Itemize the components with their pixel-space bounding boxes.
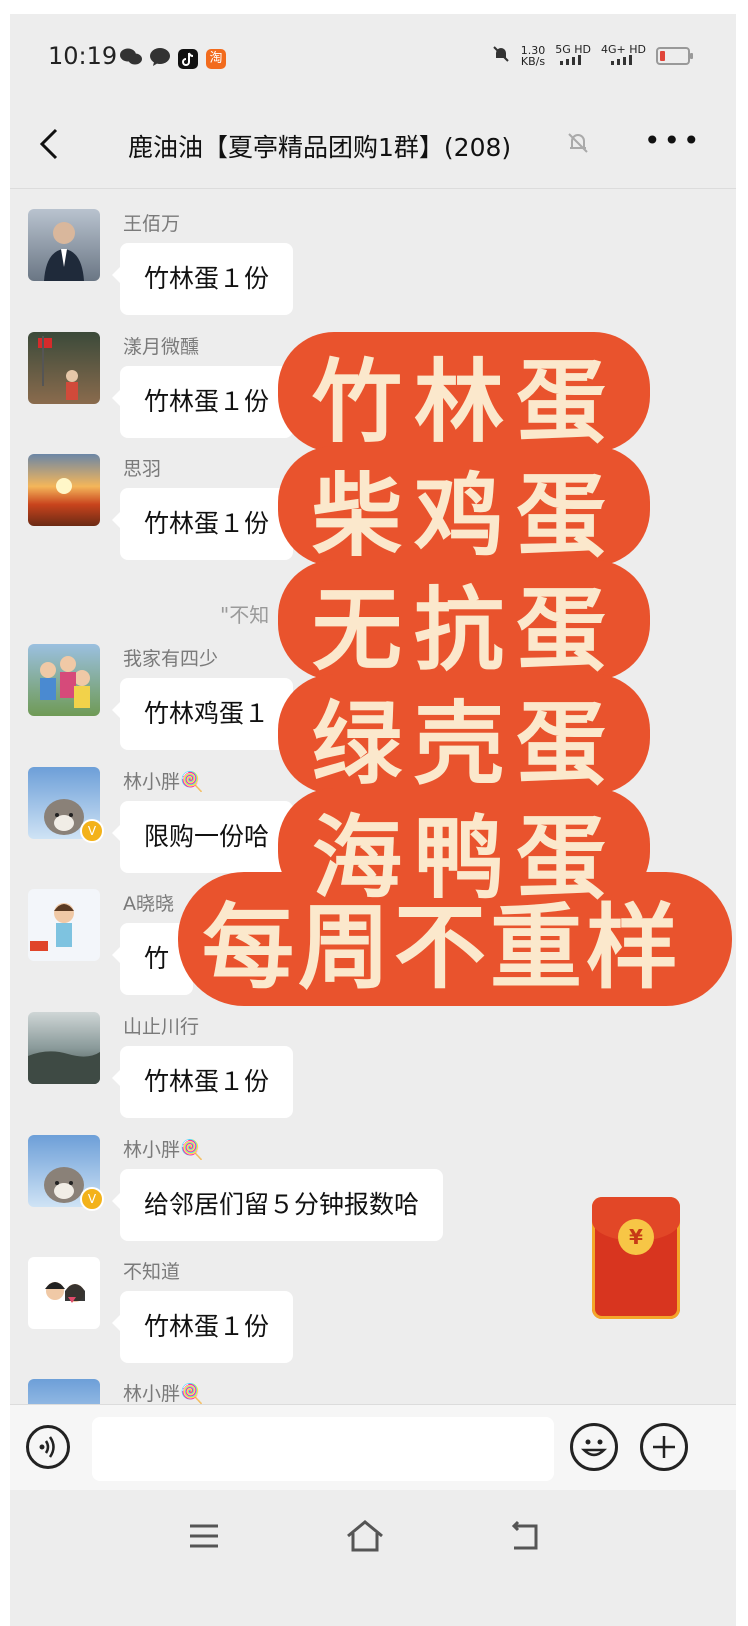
chat-title: 鹿油油【夏亭精品团购1群】(208)	[128, 133, 512, 162]
sender-name: 王佰万	[123, 213, 181, 235]
battery-icon	[656, 46, 693, 65]
sim2-label: 4G+ HD	[601, 43, 646, 56]
more-functions-button[interactable]	[640, 1423, 688, 1471]
mute-bell-icon	[566, 130, 590, 160]
message-item: 王佰万 竹林蛋１份	[28, 209, 708, 319]
sender-name: 林小胖🍭	[123, 1139, 204, 1161]
message-bubble[interactable]: 竹林蛋１份	[111, 488, 294, 560]
emoji-button[interactable]	[570, 1423, 618, 1471]
wechat-icon	[120, 48, 142, 70]
message-item: 我家有四少 竹林鸡蛋１	[28, 644, 708, 754]
sim1-signal: 5G HD	[555, 44, 591, 67]
sender-name: 漾月微醺	[123, 336, 200, 358]
menu-icon	[190, 1524, 218, 1548]
verified-badge-icon: V	[80, 1187, 104, 1211]
avatar[interactable]	[28, 644, 100, 716]
message-item: 林小胖🍭	[28, 1379, 708, 1404]
message-item: A晓晓 竹	[28, 889, 708, 999]
input-bar	[10, 1404, 736, 1491]
message-bubble[interactable]: 给邻居们留５分钟报数哈	[111, 1169, 444, 1241]
message-item: 思羽 竹林蛋１份	[28, 454, 708, 564]
net-speed-unit: KB/s	[520, 54, 546, 68]
mute-status-icon	[491, 44, 511, 67]
message-bubble[interactable]: 竹	[111, 923, 194, 995]
chevron-left-icon	[39, 128, 58, 160]
home-icon	[347, 1520, 383, 1552]
tiktok-icon	[178, 49, 198, 69]
message-bubble[interactable]: 竹林鸡蛋１	[111, 678, 294, 750]
signal-icon	[560, 55, 582, 65]
status-time: 10:19	[48, 42, 118, 70]
message-list[interactable]: 王佰万 竹林蛋１份 漾月微醺 竹林蛋１份 思羽 竹林蛋１份 "不知 我家有四少 …	[10, 189, 736, 1404]
back-button[interactable]	[36, 126, 64, 162]
voice-input-button[interactable]	[26, 1425, 70, 1469]
plus-icon	[653, 1436, 675, 1458]
chat-header: 鹿油油【夏亭精品团购1群】(208) •••	[10, 104, 736, 189]
more-options-button[interactable]: •••	[644, 124, 703, 157]
sender-name: 林小胖🍭	[123, 771, 204, 793]
message-input[interactable]	[92, 1417, 554, 1481]
message-bubble[interactable]: 竹林蛋１份	[111, 243, 294, 315]
phone-screen: 10:19 淘 1.30 KB/s 5G HD 4G+ HD 鹿油油【夏亭精品团…	[10, 14, 736, 1626]
avatar[interactable]	[28, 454, 100, 526]
avatar[interactable]	[28, 1379, 100, 1404]
avatar[interactable]	[28, 889, 100, 961]
sender-name: 不知道	[123, 1261, 181, 1283]
message-bubble[interactable]: 限购一份哈	[111, 801, 294, 873]
net-speed: 1.30 KB/s	[521, 45, 546, 67]
message-item: 漾月微醺 竹林蛋１份	[28, 332, 708, 442]
avatar[interactable]	[28, 332, 100, 404]
system-navigation	[10, 1490, 736, 1626]
sender-name: 我家有四少	[123, 648, 219, 670]
avatar[interactable]	[28, 1257, 100, 1329]
avatar[interactable]	[28, 209, 100, 281]
verified-badge-icon: V	[80, 819, 104, 843]
message-item: V 林小胖🍭 限购一份哈	[28, 767, 708, 877]
message-bubble[interactable]: 竹林蛋１份	[111, 1291, 294, 1363]
sim2-signal: 4G+ HD	[601, 44, 646, 67]
status-bar: 10:19 淘 1.30 KB/s 5G HD 4G+ HD	[10, 14, 736, 104]
menu-nav-button[interactable]	[180, 1516, 230, 1556]
red-packet-button[interactable]: ¥	[592, 1197, 680, 1319]
status-right: 1.30 KB/s 5G HD 4G+ HD	[491, 44, 693, 67]
sender-name: 林小胖🍭	[123, 1383, 204, 1404]
sender-name: 思羽	[123, 458, 162, 480]
yuan-coin-icon: ¥	[618, 1219, 654, 1255]
smiley-icon	[580, 1439, 608, 1457]
back-arrow-icon	[511, 1520, 538, 1550]
signal-icon	[610, 55, 632, 65]
message-bubble[interactable]: 竹林蛋１份	[111, 366, 294, 438]
net-speed-value: 1.30	[520, 43, 546, 57]
chat-bubble-icon	[150, 48, 170, 70]
sender-name: 山止川行	[123, 1016, 200, 1038]
taobao-icon: 淘	[206, 49, 226, 69]
system-notice: "不知	[220, 603, 270, 627]
notification-icons: 淘	[120, 48, 226, 70]
sim1-label: 5G HD	[555, 43, 592, 56]
voice-icon	[39, 1436, 55, 1458]
avatar[interactable]	[28, 1012, 100, 1084]
message-bubble[interactable]: 竹林蛋１份	[111, 1046, 294, 1118]
back-nav-button[interactable]	[500, 1516, 550, 1556]
message-item: 山止川行 竹林蛋１份	[28, 1012, 708, 1122]
home-nav-button[interactable]	[340, 1516, 390, 1556]
sender-name: A晓晓	[123, 893, 174, 915]
